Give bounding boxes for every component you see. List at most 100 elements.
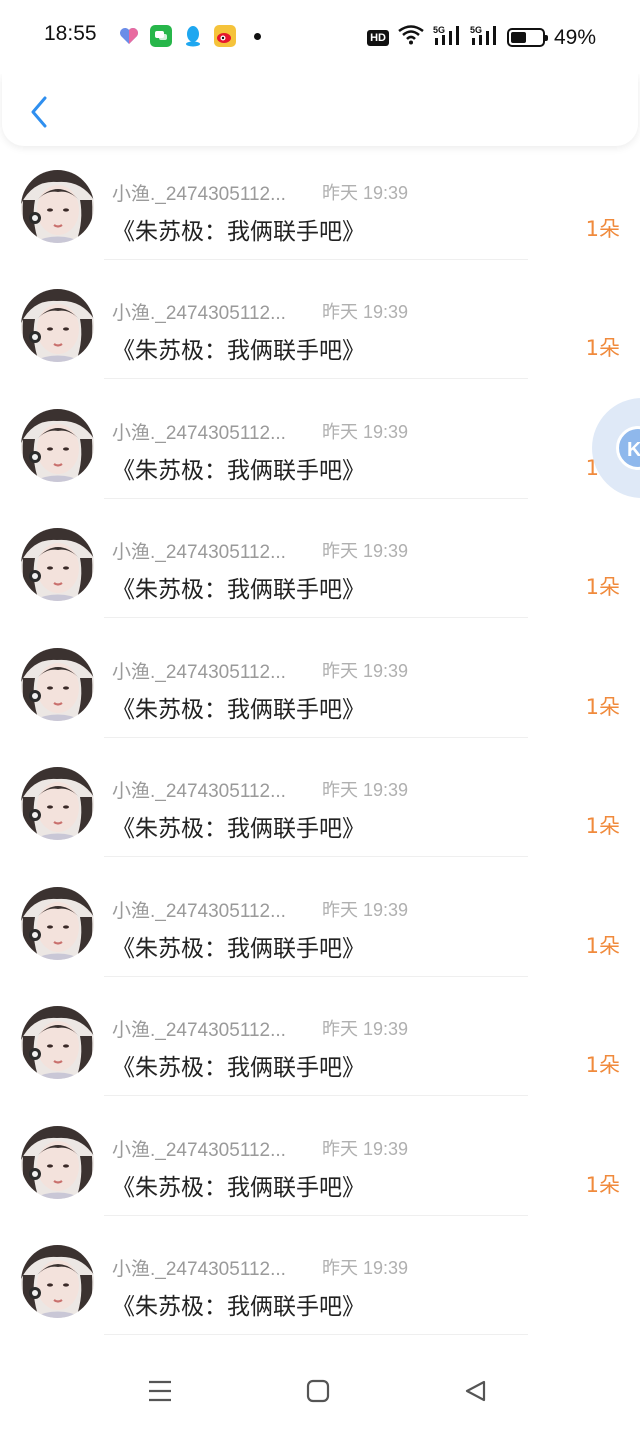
battery-percentage: 49% [553,25,596,49]
sender-name: 小渔._2474305112... [112,542,286,563]
timestamp: 昨天 19:39 [322,660,409,681]
timestamp: 昨天 19:39 [322,1258,409,1278]
sender-name: 小渔._2474305112... [112,1020,286,1041]
flower-count: 1朵 [585,575,620,599]
list-item[interactable]: 小渔._2474305112... 昨天 19:39 《朱苏极：我俩联手吧》 1… [0,976,640,1096]
timestamp: 昨天 19:39 [322,1138,409,1159]
battery-icon [506,28,548,47]
svg-text:5G: 5G [433,25,445,35]
avatar-image [21,1245,94,1318]
list-item[interactable]: 小渔._2474305112... 昨天 19:39 《朱苏极：我俩联手吧》 1… [0,140,640,260]
avatar[interactable] [21,1125,94,1199]
sender-name: 小渔._2474305112... [112,183,286,205]
message-text: 《朱苏极：我俩联手吧》 [112,338,365,364]
avatar[interactable] [21,408,94,482]
triangle-back-icon [465,1380,486,1402]
message-text: 《朱苏极：我俩联手吧》 [112,218,365,245]
avatar[interactable] [21,886,94,960]
more-notifications-dot [254,32,261,40]
list-item[interactable]: 小渔._2474305112... 昨天 19:39 《朱苏极：我俩联手吧》 1… [0,498,640,618]
sender-name: 小渔._2474305112... [112,781,286,802]
sender-name: 小渔._2474305112... [112,900,286,922]
chat-icon [150,25,172,47]
system-nav-bar [0,1350,640,1429]
status-bar: 18:55 HD 5G 5G 49% [0,0,640,74]
timestamp: 昨天 19:39 [322,780,409,800]
sender-name: 小渔._2474305112... [112,422,286,444]
flower-count: 1朵 [585,1172,620,1197]
system-icons: HD 5G 5G 49% [367,24,596,51]
flower-count: 1朵 [585,1053,620,1077]
avatar-image [21,1006,94,1079]
avatar[interactable] [21,169,94,243]
avatar-image [21,886,94,960]
gift-list: 《朱苏极：我俩联手吧》 1朵 小渔._2474305112... 昨天 19:3… [0,100,640,1350]
home-icon [306,1379,330,1403]
health-icon [118,25,140,47]
avatar-image [21,1125,94,1199]
message-text: 《朱苏极：我俩联手吧》 [112,1294,365,1320]
svg-text:5G: 5G [470,25,482,35]
message-text: 《朱苏极：我俩联手吧》 [112,1055,365,1081]
sender-name: 小渔._2474305112... [112,1259,286,1280]
sender-name: 小渔._2474305112... [112,303,286,324]
wifi-icon [398,25,424,50]
avatar[interactable] [21,528,94,601]
timestamp: 昨天 19:39 [322,1019,409,1039]
svg-text:K: K [627,439,640,461]
menu-button[interactable] [140,1374,180,1408]
back-button[interactable] [24,92,54,132]
list-item[interactable]: 小渔._2474305112... 昨天 19:39 《朱苏极：我俩联手吧》 1… [0,259,640,379]
battery-fill [510,32,526,43]
flower-count: 1朵 [585,216,620,241]
avatar[interactable] [21,289,94,362]
flower-count: 1朵 [585,336,620,360]
timestamp: 昨天 19:39 [322,899,409,920]
avatar-image [21,767,94,840]
list-item[interactable]: 小渔._2474305112... 昨天 19:39 《朱苏极：我俩联手吧》 1… [0,857,640,977]
system-back-button[interactable] [456,1374,496,1408]
status-time: 18:55 [44,22,97,45]
flower-count: 1朵 [585,814,620,838]
qq-icon [182,25,204,47]
timestamp: 昨天 19:39 [322,182,409,203]
sender-name: 小渔._2474305112... [112,661,286,683]
avatar[interactable] [21,767,94,840]
home-button[interactable] [298,1374,338,1408]
chevron-left-icon [31,96,47,128]
message-text: 《朱苏极：我俩联手吧》 [112,696,365,723]
avatar-image [21,528,94,601]
list-item[interactable]: 小渔._2474305112... 昨天 19:39 《朱苏极：我俩联手吧》 [0,1215,640,1335]
avatar[interactable] [21,647,94,721]
flower-count: 1朵 [585,694,620,719]
timestamp: 昨天 19:39 [322,302,409,322]
list-item[interactable]: 小渔._2474305112... 昨天 19:39 《朱苏极：我俩联手吧》 1… [0,737,640,857]
avatar-image [21,289,94,362]
message-text: 《朱苏极：我俩联手吧》 [112,577,365,603]
row-divider [104,1334,528,1335]
avatar[interactable] [21,1006,94,1079]
hd-icon: HD [367,29,389,46]
signal-5g-icon-2: 5G [470,24,498,51]
message-text: 《朱苏极：我俩联手吧》 [112,816,365,842]
signal-5g-icon-1: 5G [433,24,461,51]
message-text: 《朱苏极：我俩联手吧》 [112,1174,365,1201]
timestamp: 昨天 19:39 [322,541,409,561]
avatar-image [21,408,94,482]
notification-icons [118,25,261,47]
list-item[interactable]: 小渔._2474305112... 昨天 19:39 《朱苏极：我俩联手吧》 1… [0,1096,640,1216]
message-text: 《朱苏极：我俩联手吧》 [112,935,365,962]
flower-count: 1朵 [585,933,620,958]
avatar-image [21,647,94,721]
menu-icon [149,1380,171,1402]
timestamp: 昨天 19:39 [322,421,409,442]
message-text: 《朱苏极：我俩联手吧》 [112,457,365,484]
avatar-image [21,169,94,243]
list-item[interactable]: 小渔._2474305112... 昨天 19:39 《朱苏极：我俩联手吧》 1… [0,618,640,738]
top-nav-bar [2,74,638,146]
avatar[interactable] [21,1245,94,1318]
sender-name: 小渔._2474305112... [112,1139,286,1161]
assistant-icon: K [616,426,640,470]
weibo-icon [214,25,236,47]
list-item[interactable]: 小渔._2474305112... 昨天 19:39 《朱苏极：我俩联手吧》 1… [0,379,640,499]
